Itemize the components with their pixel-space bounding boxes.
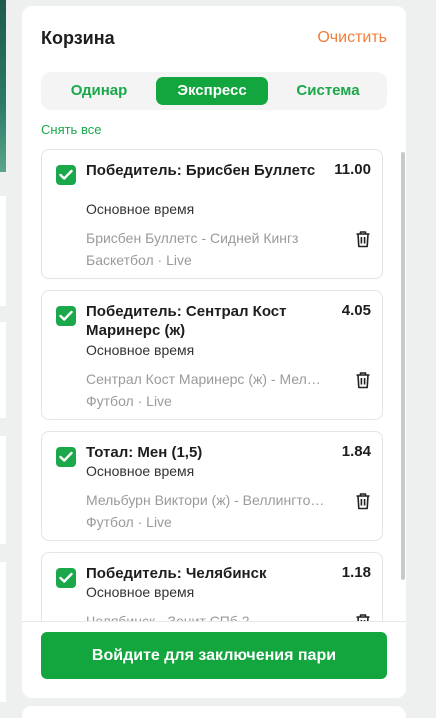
bet-card: Тотал: Мен (1,5) 1.84 Основное время Мел… [41,431,383,541]
background-card [0,322,6,418]
bet-card: Победитель: Брисбен Буллетс 11.00 Основн… [41,149,383,279]
bet-market: Тотал: Мен (1,5) [86,444,203,461]
bet-market: Победитель: Брисбен Буллетс [86,162,316,179]
bet-odds: 11.00 [334,161,371,178]
bet-checkbox[interactable] [56,447,76,467]
betslip-header: Корзина Очистить [41,28,387,52]
bet-market: Победитель: Челябинск [86,565,267,582]
bet-period: Основное время [86,463,195,479]
bet-checkbox[interactable] [56,568,76,588]
bet-list: Победитель: Брисбен Буллетс 11.00 Основн… [41,149,403,621]
trash-icon[interactable] [355,371,371,389]
next-card [22,706,406,718]
check-icon [59,451,73,462]
check-icon [59,169,73,180]
bet-checkbox[interactable] [56,306,76,326]
bet-sport: Баскетбол · Live [86,252,192,268]
betslip-panel: Корзина Очистить Одинар Экспресс Система… [22,6,406,698]
background-page-strip [0,0,22,718]
tab-express[interactable]: Экспресс [156,77,268,105]
bet-event: Челябинск - Зенит СПб 2 [86,613,250,621]
background-banner [0,0,6,172]
background-card [0,196,6,306]
betslip-title: Корзина [41,28,115,48]
bet-odds: 1.18 [341,564,371,581]
bet-sport: Футбол · Live [86,393,172,409]
bet-card: Победитель: Сентрал Кост Маринерс (ж) 4.… [41,290,383,420]
bet-card: Победитель: Челябинск 1.18 Основное врем… [41,552,383,621]
bet-event: Мельбурн Виктори (ж) - Веллингтон Феникс… [86,492,326,508]
bet-sport: Футбол · Live [86,514,172,530]
bet-odds: 1.84 [341,443,371,460]
footer-divider [22,621,406,622]
tab-system[interactable]: Система [275,77,381,105]
background-card [0,562,6,702]
bet-period: Основное время [86,584,195,600]
check-icon [59,310,73,321]
trash-icon[interactable] [355,613,371,621]
bet-type-tabs: Одинар Экспресс Система [41,72,387,110]
clear-button[interactable]: Очистить [317,29,387,47]
bet-odds: 4.05 [341,302,371,319]
check-icon [59,572,73,583]
bet-period: Основное время [86,342,195,358]
login-to-bet-button[interactable]: Войдите для заключения пари [41,632,387,679]
bet-market: Победитель: Сентрал Кост Маринерс (ж) [86,303,287,339]
background-card [0,436,6,544]
trash-icon[interactable] [355,492,371,510]
bet-checkbox[interactable] [56,165,76,185]
bet-list-scrollbar[interactable] [401,152,405,580]
bet-period: Основное время [86,201,195,217]
bet-event: Сентрал Кост Маринерс (ж) - Мельбурн Сит… [86,371,326,387]
remove-all-button[interactable]: Снять все [41,122,101,137]
bet-event: Брисбен Буллетс - Сидней Кингз [86,230,299,246]
tab-single[interactable]: Одинар [49,77,149,105]
trash-icon[interactable] [355,230,371,248]
